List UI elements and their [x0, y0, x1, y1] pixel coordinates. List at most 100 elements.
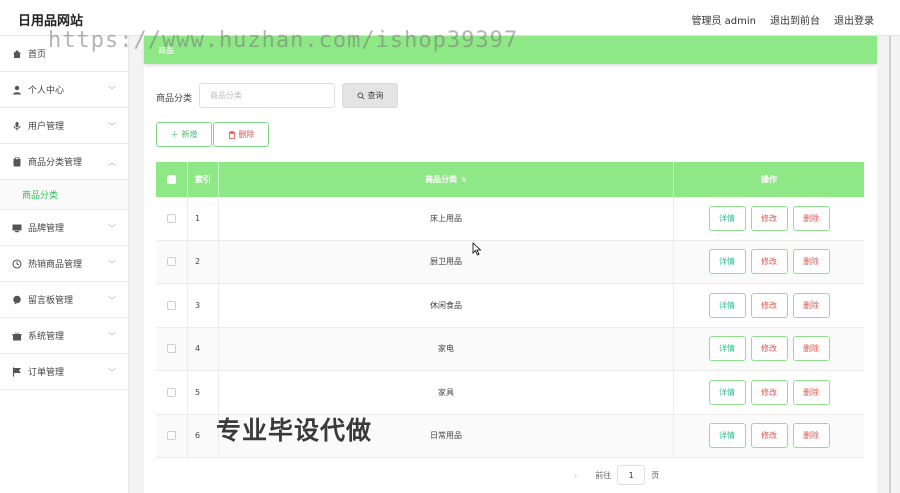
detail-button[interactable]: 详情	[708, 379, 746, 405]
sidebar-item-label: 订单管理	[28, 368, 65, 378]
monitor-icon	[12, 223, 22, 233]
edit-button[interactable]: 修改	[750, 292, 788, 318]
header-category[interactable]: 商品分类 ⇅	[219, 162, 674, 197]
add-button-label: 新增	[181, 130, 198, 139]
chevron-down-icon: ﹀	[108, 224, 116, 233]
trash-icon	[228, 130, 235, 139]
select-all-checkbox[interactable]	[167, 175, 176, 184]
clipboard-icon	[12, 156, 22, 167]
site-title: 日用品网站	[18, 14, 84, 29]
row-category-name: 家电	[219, 327, 674, 370]
goto-label: 前往	[595, 470, 612, 480]
page-number-input[interactable]: 1	[617, 465, 646, 485]
table-row: 3 休闲食品 详情 修改 删除	[156, 284, 864, 328]
header-links: 管理员 admin 退出到前台 退出登录	[691, 12, 874, 27]
chevron-down-icon: ﹀	[108, 296, 116, 305]
breadcrumb[interactable]: 商品	[158, 45, 174, 56]
sidebar-subitem-category[interactable]: 商品分类	[0, 180, 128, 210]
category-table: 索引 商品分类 ⇅ 操作 1 床上用品 详情 修改 删除 2 厨卫用品 详情 修改 删除 3 休闲食品…	[156, 162, 864, 458]
edit-button[interactable]: 修改	[750, 336, 788, 362]
delete-row-button[interactable]: 删除	[792, 423, 830, 449]
row-category-name: 床上用品	[219, 197, 674, 240]
clock-icon	[12, 258, 22, 269]
row-checkbox[interactable]	[167, 387, 176, 397]
row-checkbox[interactable]	[167, 300, 176, 310]
sidebar-item-system[interactable]: 系统管理 ﹀	[0, 318, 128, 354]
delete-row-button[interactable]: 删除	[792, 249, 830, 275]
chevron-down-icon: ﹀	[108, 368, 116, 377]
edit-button[interactable]: 修改	[750, 379, 788, 405]
row-category-name: 休闲食品	[219, 284, 674, 327]
next-page-icon[interactable]: ›	[574, 471, 577, 480]
sidebar: 首页 个人中心 ﹀ 用户管理 ﹀ 商品分类管理 ︿ 商品分类 品牌管理 ﹀ 热销…	[0, 36, 129, 493]
flag-icon	[12, 367, 22, 377]
sidebar-item-messages[interactable]: 留言板管理 ﹀	[0, 282, 128, 318]
pagination: › 前往 1 页	[574, 465, 659, 485]
scrollbar[interactable]	[889, 36, 891, 493]
header-category-label: 商品分类	[425, 175, 458, 184]
top-header: 日用品网站 管理员 admin 退出到前台 退出登录	[0, 0, 900, 36]
filter-label: 商品分类	[156, 94, 193, 104]
query-button-label: 查询	[367, 91, 384, 100]
edit-button[interactable]: 修改	[750, 423, 788, 449]
admin-user-label[interactable]: 管理员 admin	[691, 12, 756, 27]
row-checkbox[interactable]	[167, 344, 176, 354]
row-actions: 详情 修改 删除	[674, 371, 864, 414]
sidebar-item-users[interactable]: 用户管理 ﹀	[0, 108, 128, 144]
row-checkbox[interactable]	[167, 213, 176, 223]
logout-link[interactable]: 退出登录	[834, 12, 874, 27]
sidebar-item-hot-products[interactable]: 热销商品管理 ﹀	[0, 246, 128, 282]
detail-button[interactable]: 详情	[708, 205, 746, 231]
sidebar-item-orders[interactable]: 订单管理 ﹀	[0, 354, 128, 390]
sidebar-item-label: 热销商品管理	[28, 260, 83, 270]
delete-row-button[interactable]: 删除	[792, 292, 830, 318]
row-category-name: 厨卫用品	[219, 240, 674, 283]
batch-delete-button[interactable]: 删除	[213, 122, 269, 147]
row-checkbox[interactable]	[167, 257, 176, 267]
table-row: 1 床上用品 详情 修改 删除	[156, 197, 864, 241]
row-category-name: 日常用品	[219, 414, 674, 457]
sidebar-item-profile[interactable]: 个人中心 ﹀	[0, 72, 128, 108]
sidebar-item-home[interactable]: 首页	[0, 36, 128, 72]
edit-button[interactable]: 修改	[750, 249, 788, 275]
sidebar-item-label: 个人中心	[28, 86, 65, 96]
row-checkbox[interactable]	[167, 431, 176, 441]
back-to-front-link[interactable]: 退出到前台	[770, 12, 820, 27]
main-content: 商品 商品分类 商品分类 查询 ＋ 新增 删除 索引 商品分类 ⇅ 操作 1 床上…	[144, 36, 877, 493]
delete-row-button[interactable]: 删除	[792, 205, 830, 231]
right-scroll-area	[877, 36, 900, 493]
detail-button[interactable]: 详情	[708, 423, 746, 449]
table-row: 2 厨卫用品 详情 修改 删除	[156, 240, 864, 284]
sort-icon[interactable]: ⇅	[461, 176, 467, 184]
sidebar-item-brand[interactable]: 品牌管理 ﹀	[0, 210, 128, 246]
search-icon	[356, 91, 365, 100]
sidebar-item-category-mgmt[interactable]: 商品分类管理 ︿	[0, 144, 128, 180]
delete-row-button[interactable]: 删除	[792, 336, 830, 362]
detail-button[interactable]: 详情	[708, 336, 746, 362]
page-unit: 页	[651, 470, 660, 480]
gift-icon	[12, 331, 22, 341]
row-actions: 详情 修改 删除	[674, 415, 864, 458]
mouse-cursor-icon	[472, 242, 482, 256]
delete-button-label: 删除	[238, 130, 255, 139]
table-header: 索引 商品分类 ⇅ 操作	[156, 162, 864, 197]
comment-icon	[12, 295, 22, 305]
row-index: 4	[188, 327, 219, 370]
chevron-up-icon: ︿	[108, 158, 116, 167]
add-button[interactable]: ＋ 新增	[156, 122, 212, 147]
row-index: 2	[188, 240, 219, 283]
edit-button[interactable]: 修改	[750, 205, 788, 231]
delete-row-button[interactable]: 删除	[792, 379, 830, 405]
detail-button[interactable]: 详情	[708, 249, 746, 275]
row-category-name: 家具	[219, 371, 674, 414]
sidebar-item-label: 商品分类管理	[28, 158, 83, 168]
row-index: 5	[188, 371, 219, 414]
breadcrumb-bar: 商品	[144, 36, 877, 64]
row-actions: 详情 修改 删除	[674, 284, 864, 327]
category-search-input[interactable]: 商品分类	[199, 83, 335, 108]
input-placeholder: 商品分类	[210, 91, 242, 100]
detail-button[interactable]: 详情	[708, 292, 746, 318]
row-index: 1	[188, 197, 219, 240]
chevron-down-icon: ﹀	[108, 122, 116, 131]
query-button[interactable]: 查询	[342, 83, 398, 108]
